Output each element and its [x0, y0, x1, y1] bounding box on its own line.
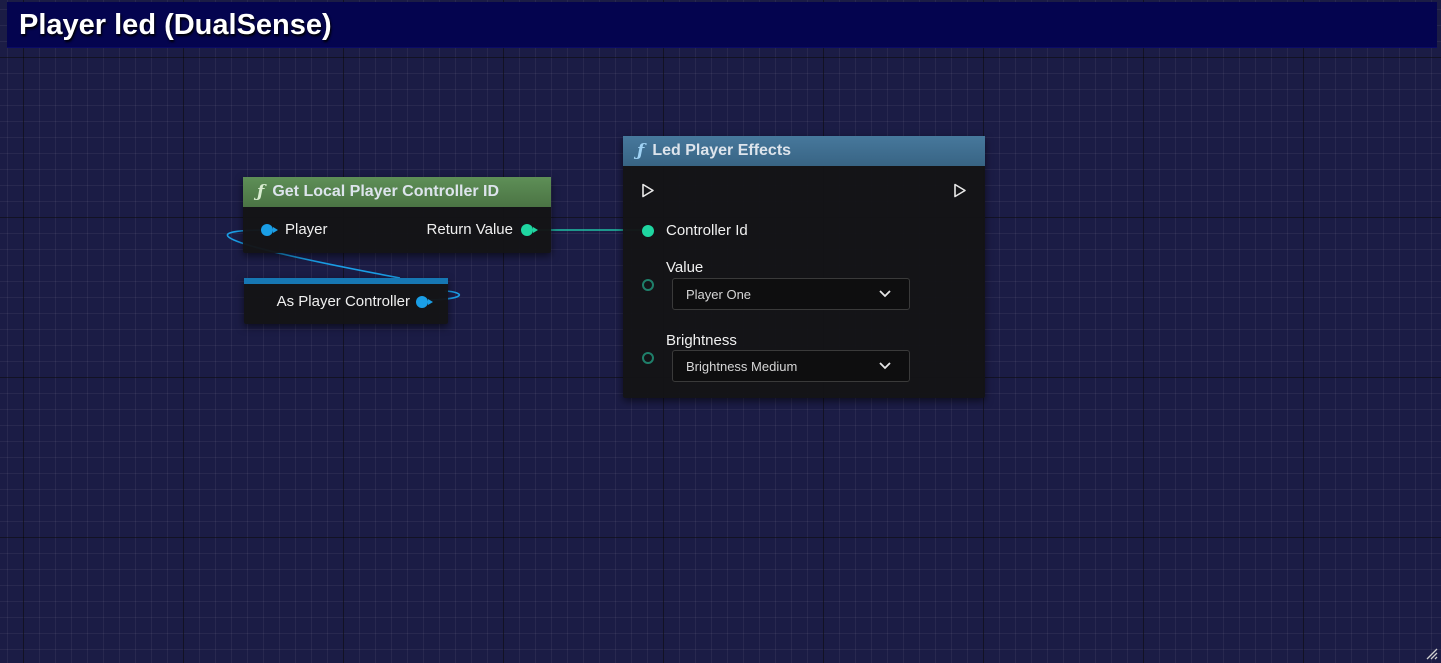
input-pin-controller-id[interactable]: Controller Id: [642, 222, 748, 239]
input-pin-brightness[interactable]: [642, 352, 654, 364]
node-header[interactable]: ƒ Led Player Effects: [623, 136, 985, 166]
pin-label: Brightness: [666, 332, 737, 349]
output-pin-as-player-controller[interactable]: As Player Controller: [276, 293, 433, 310]
object-pin-icon[interactable]: [416, 295, 433, 308]
node-header-bar[interactable]: [244, 278, 448, 284]
node-get-local-player-controller-id[interactable]: ƒ Get Local Player Controller ID Player …: [243, 177, 551, 253]
brightness-label-row: Brightness: [666, 332, 737, 349]
node-title: Get Local Player Controller ID: [272, 183, 500, 200]
pin-label: Return Value: [426, 221, 513, 238]
object-pin-icon[interactable]: [261, 223, 278, 236]
value-dropdown-selected: Player One: [686, 286, 752, 302]
node-led-player-effects[interactable]: ƒ Led Player Effects Controller Id Value…: [623, 136, 985, 398]
brightness-dropdown-selected: Brightness Medium: [686, 358, 798, 374]
function-icon: ƒ: [257, 182, 265, 202]
enum-pin-icon[interactable]: [642, 279, 654, 291]
brightness-dropdown[interactable]: Brightness Medium: [672, 350, 910, 382]
pin-label: As Player Controller: [276, 293, 410, 310]
node-header[interactable]: ƒ Get Local Player Controller ID: [243, 177, 551, 207]
enum-pin-icon[interactable]: [642, 352, 654, 364]
pin-label: Player: [285, 221, 328, 238]
output-pin-return-value[interactable]: Return Value: [426, 221, 538, 238]
input-pin-value[interactable]: [642, 279, 654, 291]
chevron-down-icon: [879, 290, 891, 298]
value-label-row: Value: [666, 259, 703, 276]
pin-label: Controller Id: [666, 222, 748, 239]
input-pin-player[interactable]: Player: [261, 221, 328, 238]
integer-pin-icon[interactable]: [642, 224, 654, 237]
resize-grip-icon[interactable]: [1424, 646, 1438, 660]
pin-label: Value: [666, 259, 704, 276]
function-icon: ƒ: [637, 141, 645, 161]
chevron-down-icon: [879, 362, 891, 370]
exec-in-pin-icon[interactable]: [641, 183, 655, 198]
blueprint-graph-canvas[interactable]: Player led (DualSense) ƒ Get Local Playe…: [0, 0, 1441, 663]
node-title: Led Player Effects: [652, 142, 792, 159]
exec-out-pin-icon[interactable]: [953, 183, 967, 198]
value-dropdown[interactable]: Player One: [672, 278, 910, 310]
integer-pin-icon[interactable]: [521, 223, 538, 236]
node-cast-to-player-controller[interactable]: As Player Controller: [244, 278, 448, 324]
